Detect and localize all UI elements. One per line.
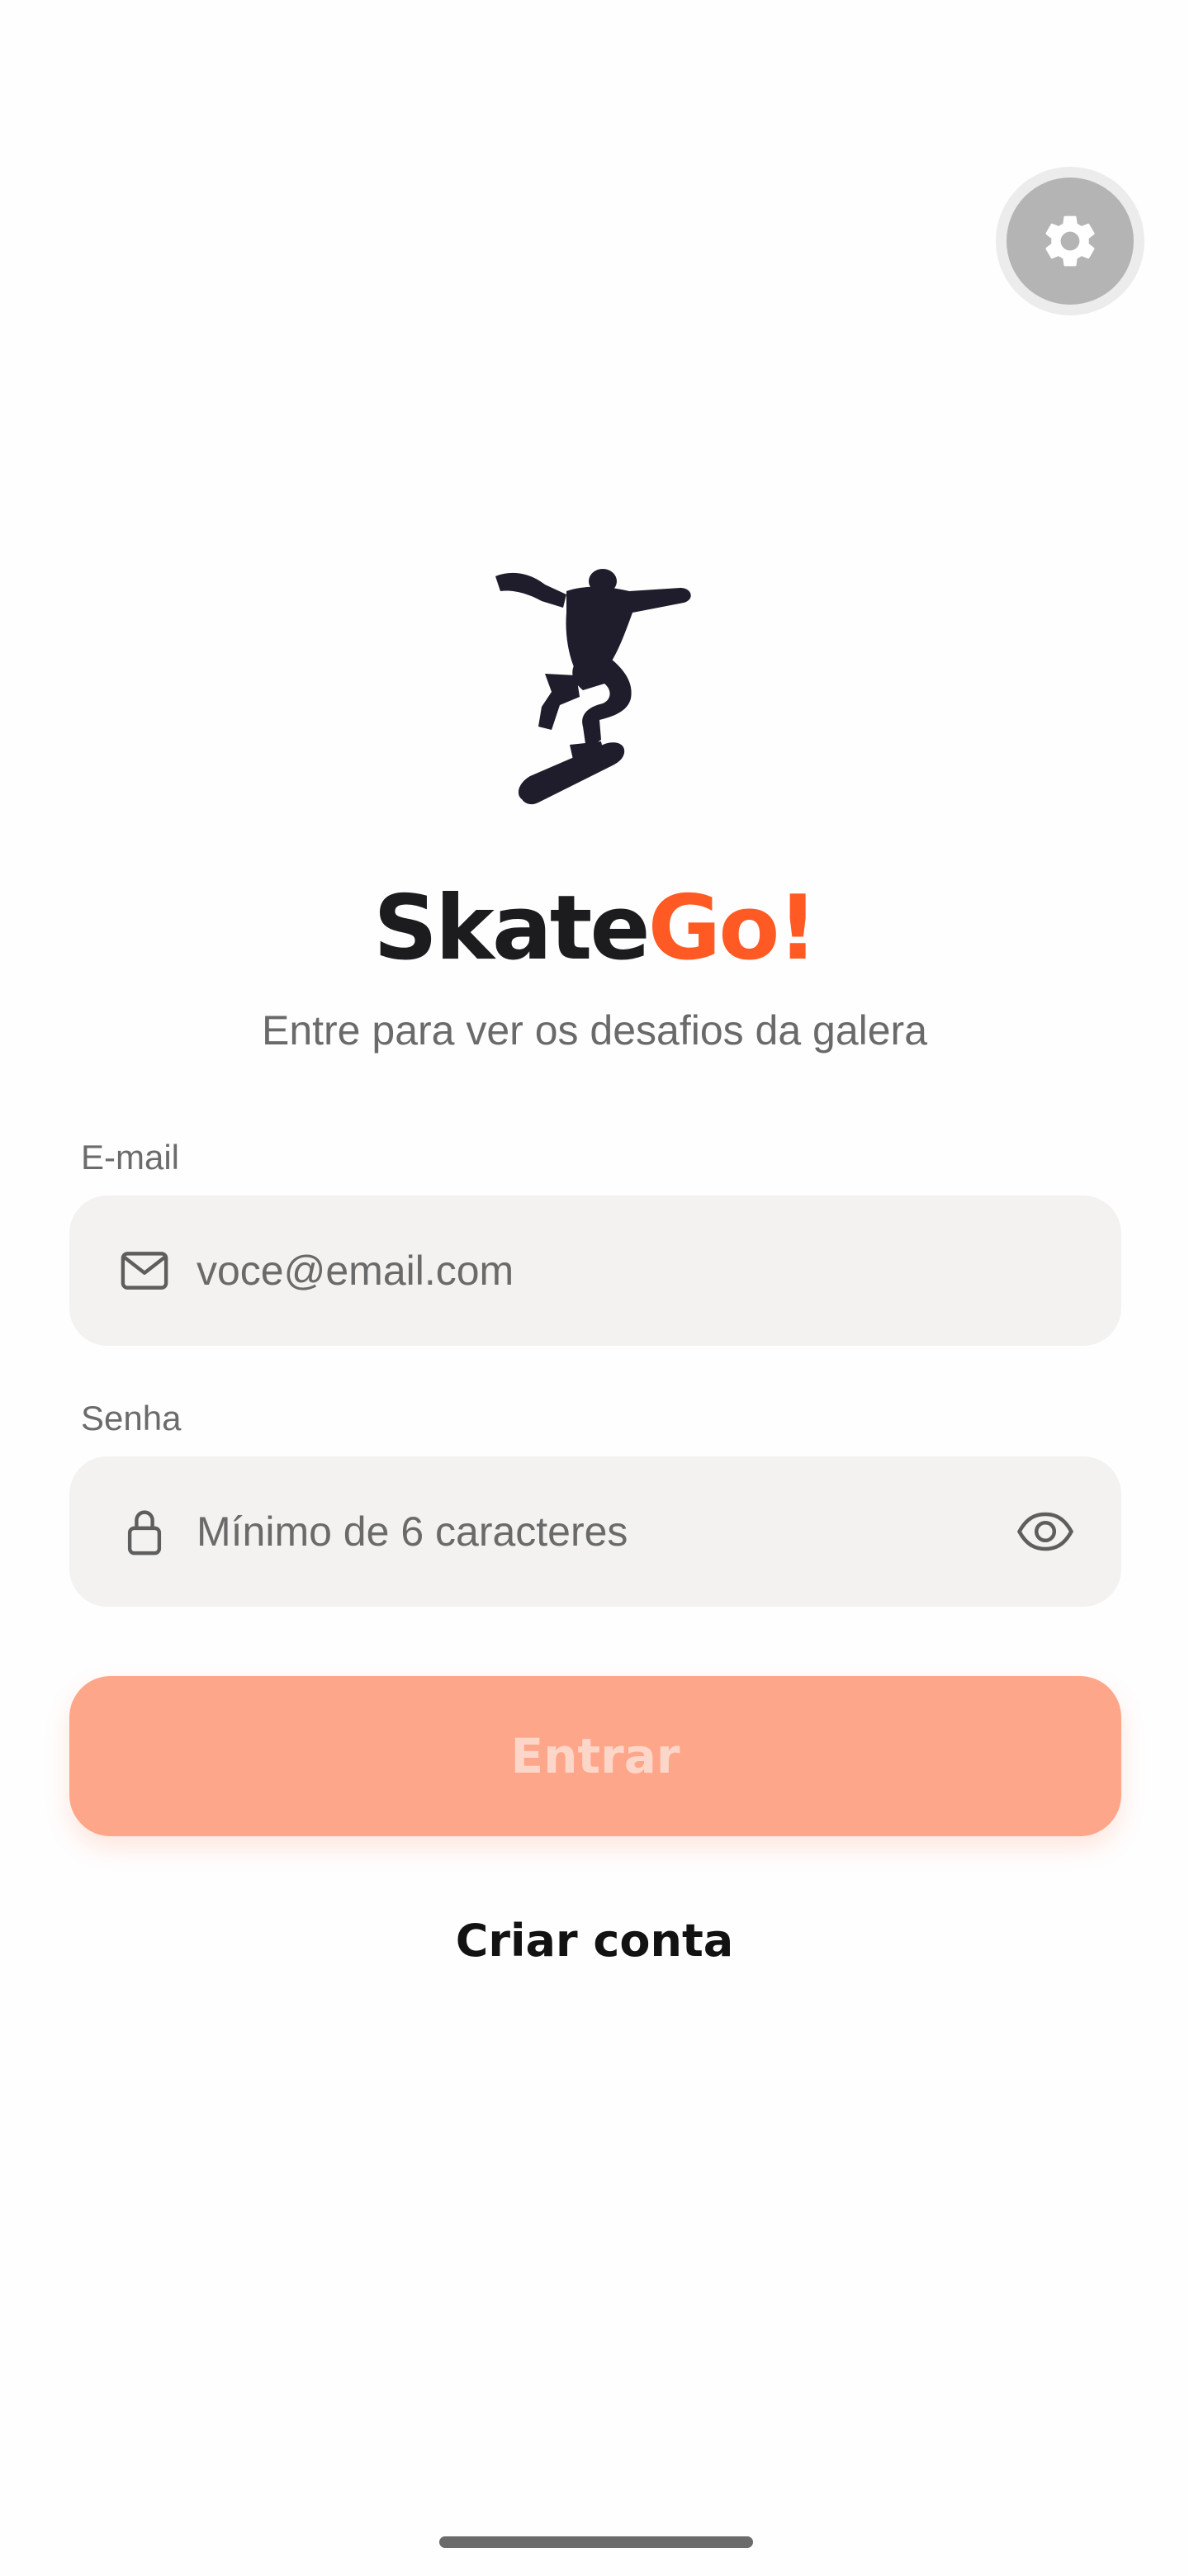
lock-icon xyxy=(117,1504,172,1559)
email-field-container xyxy=(69,1196,1121,1346)
gear-icon xyxy=(1045,215,1095,267)
email-label: E-mail xyxy=(81,1138,180,1177)
settings-button[interactable] xyxy=(996,167,1144,315)
app-title-part1: Skate xyxy=(373,877,650,980)
password-label: Senha xyxy=(81,1399,182,1437)
login-button[interactable]: Entrar xyxy=(69,1676,1121,1836)
password-field-container xyxy=(69,1456,1121,1607)
settings-button-circle xyxy=(1007,178,1134,305)
eye-icon[interactable] xyxy=(1016,1502,1075,1561)
app-subtitle: Entre para ver os desafios da galera xyxy=(261,1007,928,1054)
password-input[interactable] xyxy=(197,1456,997,1607)
create-account-link[interactable]: Criar conta xyxy=(0,1912,1189,1970)
email-input[interactable] xyxy=(197,1196,997,1346)
login-screen: SkateGo! Entre para ver os desafios da g… xyxy=(0,0,1189,2576)
app-title: SkateGo! xyxy=(0,875,1189,983)
skateboarder-logo xyxy=(495,569,691,805)
home-indicator[interactable] xyxy=(439,2536,753,2548)
mail-icon xyxy=(117,1243,172,1298)
app-title-part2: Go! xyxy=(647,877,818,980)
